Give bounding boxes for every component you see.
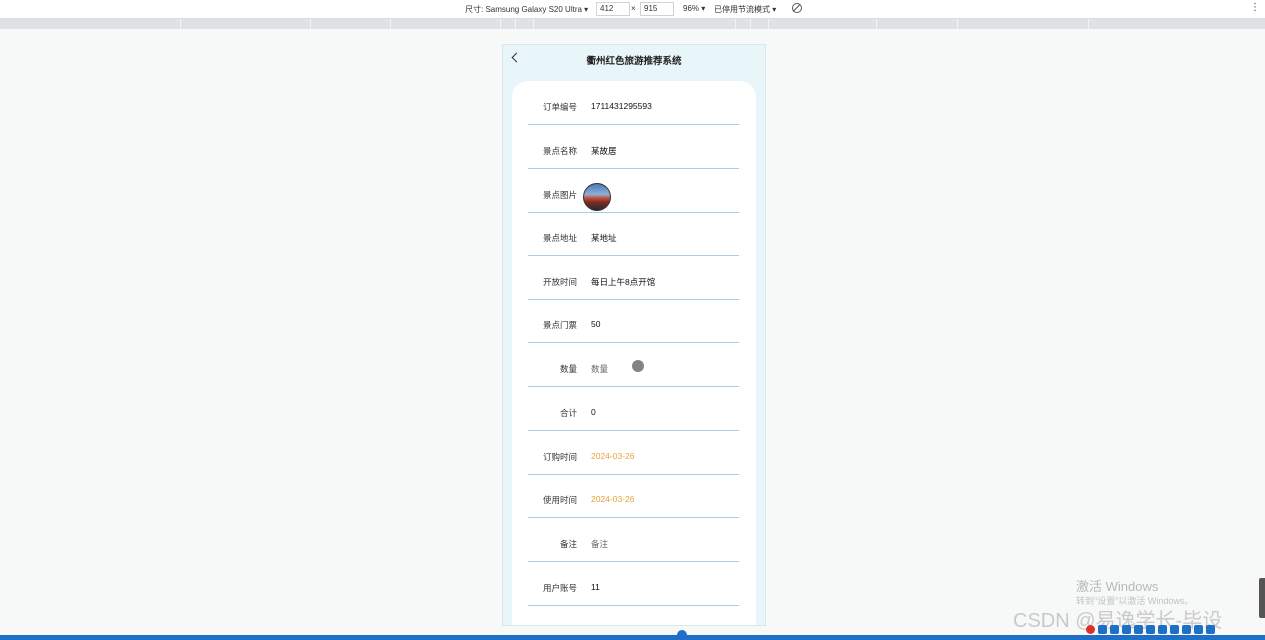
tray-icon[interactable] <box>1158 624 1167 634</box>
page-title: 衢州红色旅游推荐系统 <box>586 56 682 67</box>
order-detail-card: 订单编号 1711431295593 景点名称 某故居 景点图片 景点地址 某地… <box>512 81 756 625</box>
order-number-value: 1711431295593 <box>591 101 652 111</box>
field-label: 开放时间 <box>542 277 577 287</box>
field-label: 合计 <box>559 408 577 418</box>
user-account-value: 11 <box>591 582 600 592</box>
tray-icon[interactable] <box>1098 624 1107 634</box>
device-width-input[interactable]: 412 <box>596 2 630 16</box>
field-row-remark: 备注 备注 <box>528 518 739 562</box>
tray-icon[interactable] <box>1170 624 1179 634</box>
system-tray <box>1086 622 1261 636</box>
quantity-input[interactable]: 数量 <box>591 363 608 375</box>
spot-address-value: 某地址 <box>591 233 617 243</box>
field-row-total: 合计 0 <box>528 387 739 431</box>
tray-icon[interactable] <box>1122 624 1131 634</box>
tray-icon[interactable] <box>1206 624 1215 634</box>
tray-icon[interactable] <box>1194 624 1203 634</box>
field-row-open-time: 开放时间 每日上午8点开馆 <box>528 256 739 300</box>
kebab-menu-icon[interactable]: ⋮ <box>1250 2 1260 13</box>
tray-icon[interactable] <box>1182 624 1191 634</box>
field-row-spot-address: 景点地址 某地址 <box>528 212 739 256</box>
order-date-picker[interactable]: 2024-03-26 <box>591 451 634 461</box>
phone-viewport: 衢州红色旅游推荐系统 订单编号 1711431295593 景点名称 某故居 景… <box>502 44 766 626</box>
ime-icon[interactable] <box>1086 624 1095 634</box>
ticket-price-value: 50 <box>591 319 601 329</box>
spot-name-value: 某故居 <box>591 146 617 156</box>
microphone-icon[interactable] <box>1134 624 1143 634</box>
devtools-device-toolbar: 尺寸: Samsung Galaxy S20 Ultra ▾ 412 × 915… <box>0 0 1265 19</box>
field-label: 用户账号 <box>542 583 577 593</box>
field-label: 订购时间 <box>542 452 577 462</box>
field-label: 景点图片 <box>542 190 577 200</box>
taskbar-strip <box>0 635 1265 640</box>
field-label: 景点地址 <box>542 233 577 243</box>
device-height-input[interactable]: 915 <box>640 2 674 16</box>
field-row-order-number: 订单编号 1711431295593 <box>528 81 739 125</box>
scroll-knob[interactable] <box>677 630 687 640</box>
windows-activation-title: 激活 Windows <box>1076 579 1159 594</box>
media-query-ruler[interactable] <box>0 19 1265 29</box>
field-row-user-account: 用户账号 11 <box>528 562 739 606</box>
field-row-order-date: 订购时间 2024-03-26 <box>528 431 739 475</box>
total-value: 0 <box>591 407 596 417</box>
touch-cursor-icon <box>632 360 644 372</box>
app-navbar: 衢州红色旅游推荐系统 <box>503 45 765 73</box>
field-label: 数量 <box>559 364 577 374</box>
field-row-use-date: 使用时间 2024-03-26 <box>528 474 739 518</box>
throttle-select[interactable]: 已停用节流模式 ▾ <box>714 4 776 15</box>
field-row-spot-name: 景点名称 某故居 <box>528 125 739 169</box>
rotate-icon[interactable] <box>792 3 802 13</box>
side-panel-handle[interactable] <box>1259 578 1265 618</box>
field-label: 使用时间 <box>542 495 577 505</box>
device-size-select[interactable]: 尺寸: Samsung Galaxy S20 Ultra ▾ <box>465 4 588 15</box>
field-label: 订单编号 <box>542 102 577 112</box>
dimension-separator: × <box>631 4 636 13</box>
field-label: 备注 <box>559 539 577 549</box>
field-row-spot-image: 景点图片 <box>528 169 739 213</box>
tray-icon[interactable] <box>1110 624 1119 634</box>
use-date-picker[interactable]: 2024-03-26 <box>591 494 634 504</box>
tray-icon[interactable] <box>1146 624 1155 634</box>
remark-input[interactable]: 备注 <box>591 538 608 550</box>
field-label: 景点门票 <box>542 320 577 330</box>
field-label: 景点名称 <box>542 146 577 156</box>
zoom-select[interactable]: 96% ▾ <box>683 4 705 13</box>
spot-image-thumbnail[interactable] <box>583 183 611 211</box>
field-row-quantity: 数量 数量 <box>528 343 739 387</box>
open-time-value: 每日上午8点开馆 <box>591 277 656 287</box>
field-row-ticket-price: 景点门票 50 <box>528 299 739 343</box>
